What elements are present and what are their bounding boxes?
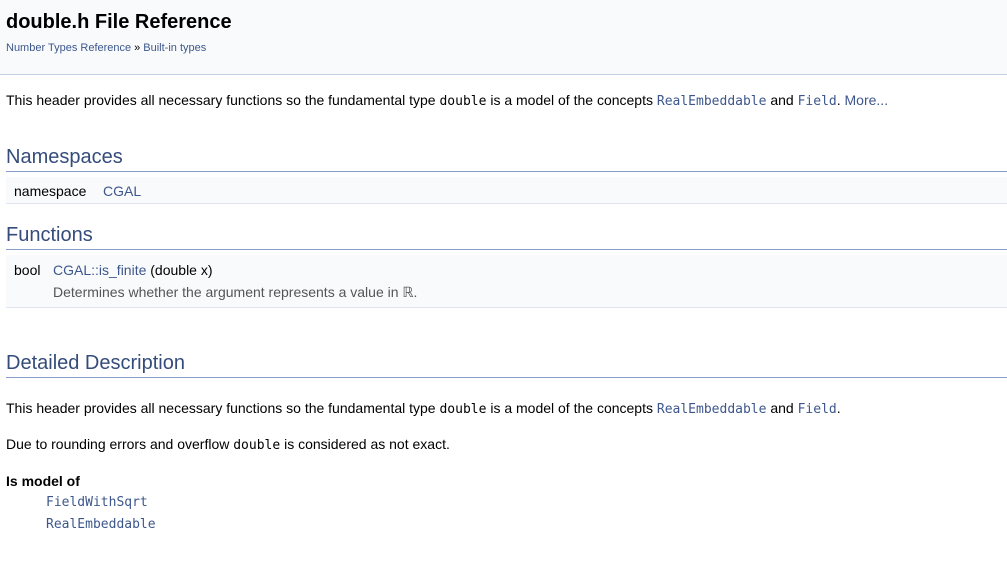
detail-text: is a model of the concepts (486, 400, 657, 416)
detail-concept-link-realembeddable[interactable]: RealEmbeddable (657, 402, 767, 417)
page-title: double.h File Reference (6, 11, 232, 33)
detailed-paragraph-2: Due to rounding errors and overflow doub… (6, 436, 450, 453)
page-header: double.h File Reference Number Types Ref… (0, 0, 1007, 75)
summary-text: is a model of the concepts (486, 92, 657, 108)
function-signature: CGAL::is_finite (double x) (53, 262, 213, 278)
concept-link-realembeddable[interactable]: RealEmbeddable (657, 94, 767, 109)
detail-text: is considered as not exact. (280, 436, 450, 452)
detail-text: and (766, 400, 798, 416)
detailed-description-heading: Detailed Description (6, 352, 1007, 378)
namespace-keyword: namespace (14, 183, 87, 199)
breadcrumb-separator: » (134, 42, 141, 54)
function-params: (double x) (146, 262, 213, 278)
namespace-link-cgal[interactable]: CGAL (103, 183, 141, 199)
summary-text: This header provides all necessary funct… (6, 92, 440, 108)
breadcrumb-number-types-reference[interactable]: Number Types Reference (6, 42, 131, 54)
function-row: bool CGAL::is_finite (double x) Determin… (6, 255, 1007, 308)
detail-text: This header provides all necessary funct… (6, 400, 440, 416)
real-numbers-symbol: ℝ (402, 284, 414, 300)
breadcrumb-built-in-types[interactable]: Built-in types (143, 42, 206, 54)
function-return-type: bool (14, 262, 41, 278)
model-link-fieldwithsqrt[interactable]: FieldWithSqrt (46, 495, 148, 510)
namespaces-heading: Namespaces (6, 146, 1007, 172)
function-brief: Determines whether the argument represen… (53, 284, 417, 301)
function-brief-text: Determines whether the argument represen… (53, 284, 403, 300)
detail-concept-link-field[interactable]: Field (798, 402, 837, 417)
more-link[interactable]: More... (841, 92, 889, 108)
is-model-of-heading: Is model of (6, 473, 80, 489)
summary-text: and (766, 92, 798, 108)
detail-type: double (439, 402, 487, 417)
namespace-row: namespace CGAL (6, 177, 1007, 204)
detailed-paragraph-1: This header provides all necessary funct… (6, 400, 841, 417)
functions-heading: Functions (6, 224, 1007, 250)
brief-description: This header provides all necessary funct… (6, 92, 888, 109)
model-link-realembeddable[interactable]: RealEmbeddable (46, 517, 156, 532)
detail-text: Due to rounding errors and overflow (6, 436, 234, 452)
summary-type: double (439, 94, 487, 109)
breadcrumb: Number Types Reference» Built-in types (6, 42, 206, 54)
detail-period: . (836, 400, 841, 416)
function-link-is-finite[interactable]: CGAL::is_finite (53, 262, 146, 278)
concept-link-field[interactable]: Field (798, 94, 837, 109)
detail-type: double (233, 438, 281, 453)
function-brief-period: . (413, 284, 418, 300)
